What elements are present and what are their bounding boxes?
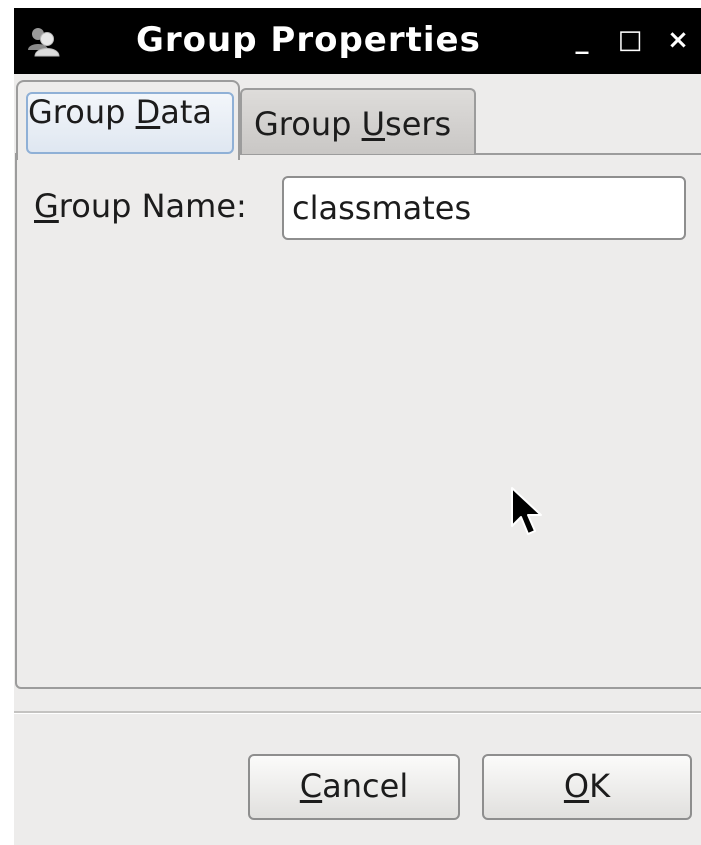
tab-group-users-label: Group Users (254, 105, 452, 143)
cancel-button[interactable]: Cancel (248, 754, 460, 820)
group-name-label: Group Name: (34, 187, 247, 225)
tab-group-data[interactable]: Group Data (16, 80, 240, 160)
minimize-button[interactable]: _ (564, 22, 600, 58)
tab-group-data-label: Group Data (28, 93, 212, 131)
maximize-button[interactable]: □ (612, 22, 648, 58)
tab-group-users[interactable]: Group Users (240, 88, 476, 154)
ok-button[interactable]: OK (482, 754, 692, 820)
group-properties-dialog: Group Properties _ □ × Group Data Group … (14, 8, 701, 845)
close-button[interactable]: × (660, 22, 696, 58)
dialog-separator (14, 711, 701, 714)
mouse-pointer-icon (511, 487, 542, 535)
group-icon (28, 28, 60, 57)
group-name-input[interactable] (282, 176, 686, 240)
title-bar[interactable]: Group Properties _ □ × (14, 8, 701, 74)
window-title: Group Properties (136, 20, 481, 60)
